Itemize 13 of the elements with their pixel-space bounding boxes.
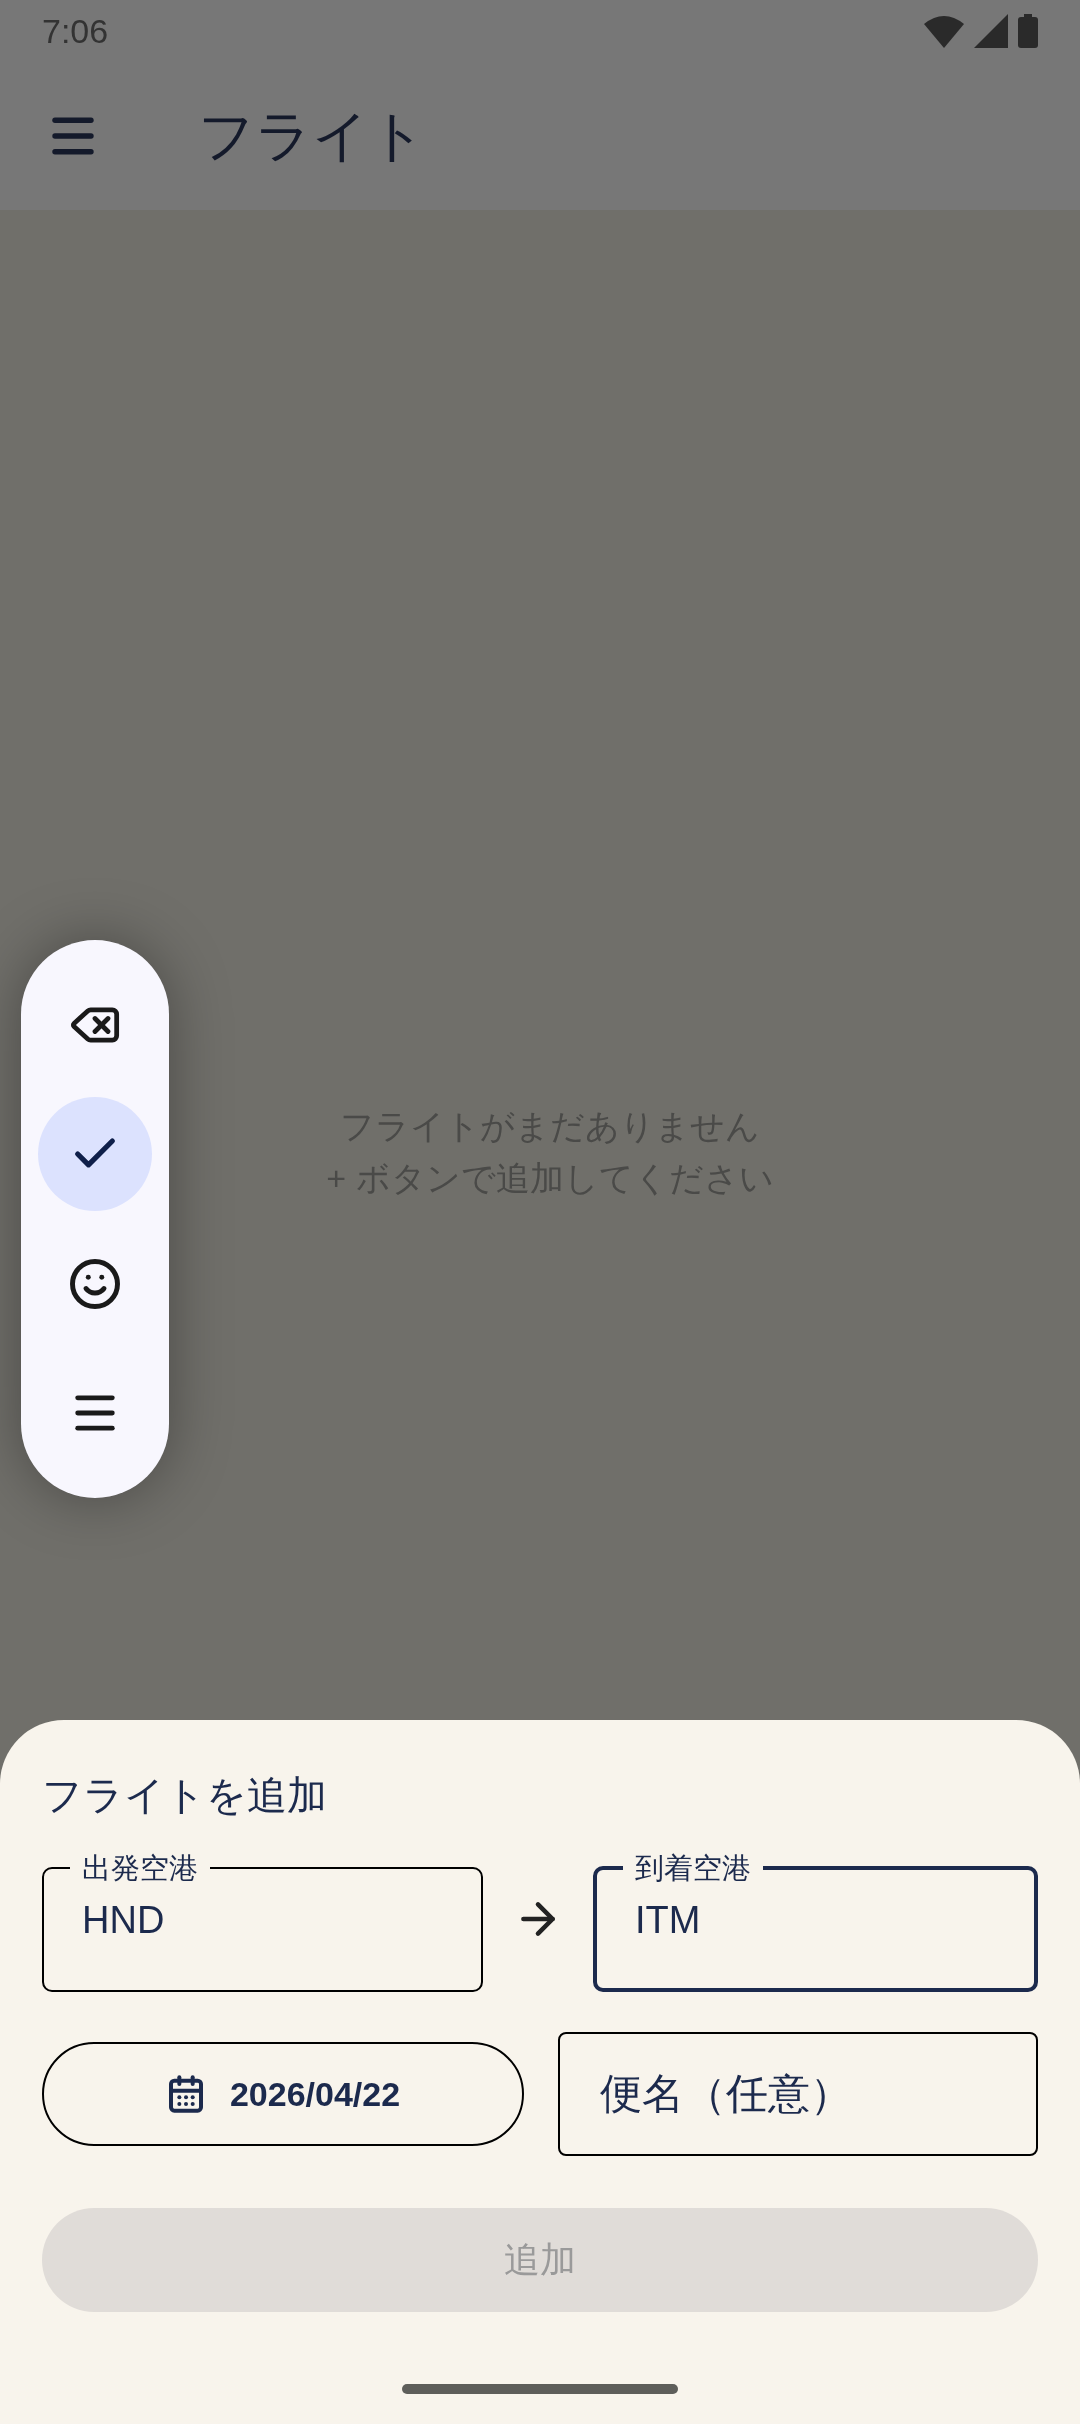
field-label: 到着空港	[634, 1851, 752, 1886]
signal-icon	[974, 14, 1008, 48]
app-title: フライト	[198, 103, 426, 169]
sheet-title: フライトを追加	[42, 1772, 328, 1819]
flight-number-field[interactable]: 便名（任意）	[558, 2032, 1038, 2156]
battery-icon	[1018, 14, 1038, 48]
wifi-icon	[924, 14, 964, 48]
status-time: 7:06	[42, 10, 109, 52]
field-label: 出発空港	[81, 1851, 199, 1886]
smiley-icon	[68, 1256, 122, 1311]
field-value: ITM	[634, 1898, 702, 1943]
date-button[interactable]: 2026/04/22	[42, 2042, 524, 2146]
field-value: HND	[81, 1898, 166, 1943]
